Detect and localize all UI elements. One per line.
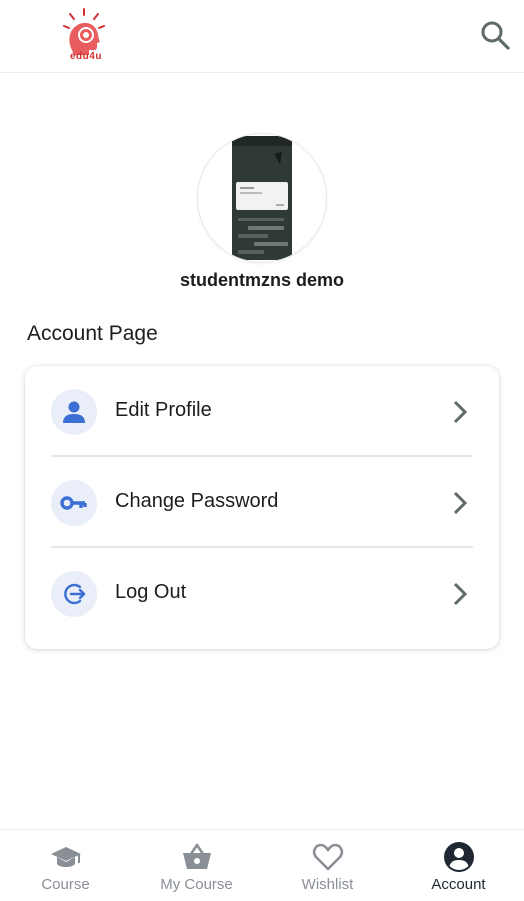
edit-profile-item[interactable]: Edit Profile: [25, 366, 499, 457]
search-button[interactable]: [478, 18, 512, 52]
graduation-cap-icon: [50, 847, 81, 867]
key-icon-badge: [51, 480, 97, 526]
nav-account-label: Account: [431, 876, 486, 893]
basket-icon: [182, 843, 211, 869]
logout-icon-badge: [51, 571, 97, 617]
chevron-right-icon: [453, 582, 468, 606]
logout-icon: [64, 583, 86, 605]
bottom-navigation: Course My Course Wishlist Account: [0, 829, 524, 901]
nav-account[interactable]: Account: [393, 830, 524, 901]
chevron-right-icon: [453, 491, 468, 515]
edit-profile-label: Edit Profile: [115, 399, 212, 421]
key-icon: [60, 496, 87, 510]
heart-icon: [312, 843, 343, 871]
avatar-image: [232, 136, 292, 260]
top-app-bar: edu4u: [0, 0, 524, 73]
nav-wishlist-label: Wishlist: [301, 876, 354, 893]
log-out-label: Log Out: [115, 581, 187, 603]
nav-my-course-label: My Course: [160, 876, 233, 893]
change-password-item[interactable]: Change Password: [25, 457, 499, 548]
person-icon: [63, 401, 85, 423]
page-title: Account Page: [27, 322, 158, 345]
nav-wishlist[interactable]: Wishlist: [262, 830, 393, 901]
account-circle-icon: [443, 842, 474, 872]
chevron-right-icon: [453, 400, 468, 424]
account-menu-card: Edit Profile Change Password Log Out: [25, 366, 499, 649]
change-password-label: Change Password: [115, 490, 279, 512]
log-out-item[interactable]: Log Out: [25, 548, 499, 639]
profile-name: studentmzns demo: [179, 270, 344, 290]
nav-my-course[interactable]: My Course: [131, 830, 262, 901]
logo-text: edu4u: [70, 51, 102, 62]
nav-course-label: Course: [41, 876, 90, 893]
search-icon: [481, 21, 510, 50]
nav-course[interactable]: Course: [0, 830, 131, 901]
profile-avatar[interactable]: [198, 134, 326, 262]
person-icon-badge: [51, 389, 97, 435]
